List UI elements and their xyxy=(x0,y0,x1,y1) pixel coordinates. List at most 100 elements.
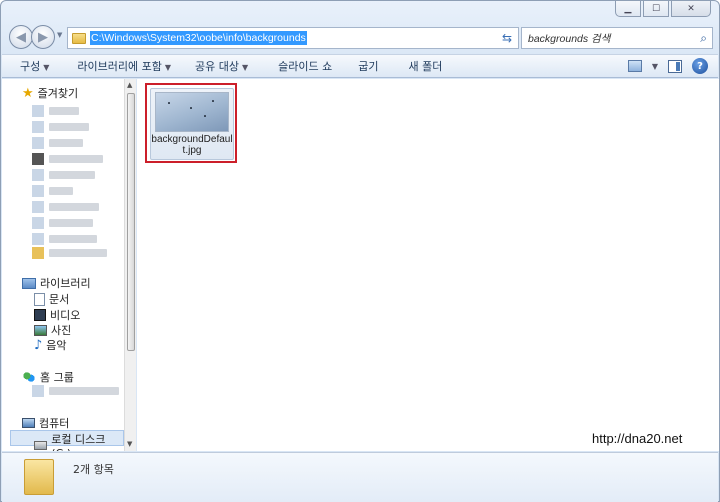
music-icon: ♪ xyxy=(34,337,43,353)
folder-icon xyxy=(32,121,44,133)
blurred-label xyxy=(49,187,73,195)
list-item[interactable] xyxy=(32,153,103,165)
details-pane: 2개 항목 xyxy=(2,452,718,502)
list-item[interactable] xyxy=(32,247,107,259)
scroll-down-icon[interactable]: ▼ xyxy=(127,440,132,448)
libraries-item[interactable]: 라이브러리 xyxy=(22,275,91,291)
folder-icon xyxy=(32,185,44,197)
new-folder-button[interactable]: 새 폴더 xyxy=(389,58,453,74)
video-icon xyxy=(34,309,46,321)
scrollbar-thumb[interactable] xyxy=(127,93,135,351)
slideshow-label: 슬라이드 쇼 xyxy=(278,60,333,73)
chevron-down-icon: ▼ xyxy=(242,63,249,72)
help-icon[interactable]: ? xyxy=(692,58,708,74)
blurred-label xyxy=(49,219,93,227)
folder-icon xyxy=(32,153,44,165)
list-item[interactable] xyxy=(32,185,73,197)
list-item[interactable] xyxy=(32,233,97,245)
folder-icon xyxy=(32,137,44,149)
scroll-up-icon[interactable]: ▲ xyxy=(127,81,132,89)
music-label: 음악 xyxy=(46,339,67,352)
folder-icon xyxy=(72,32,86,44)
list-item[interactable] xyxy=(32,121,89,133)
window-controls: ▁ ☐ ✕ xyxy=(615,1,711,17)
list-item[interactable] xyxy=(32,169,95,181)
list-item[interactable] xyxy=(32,137,83,149)
refresh-icon[interactable]: ⇆ xyxy=(502,31,512,45)
preview-pane-icon[interactable] xyxy=(668,59,682,73)
list-item[interactable] xyxy=(32,385,119,397)
sidebar-item-pictures[interactable]: 사진 xyxy=(34,322,71,338)
arrow-right-icon: ▶ xyxy=(38,29,48,45)
document-icon xyxy=(34,292,45,306)
back-button[interactable]: ◀ xyxy=(9,25,33,49)
chevron-down-icon[interactable]: ▼ xyxy=(652,62,658,71)
homegroup-item[interactable]: 홈 그룹 xyxy=(22,369,74,385)
share-with-menu[interactable]: 공유 대상 ▼ xyxy=(181,58,258,74)
search-input[interactable]: backgrounds 검색 ⌕ xyxy=(521,27,713,49)
blurred-label xyxy=(49,123,89,131)
folder-icon xyxy=(32,247,44,259)
folder-icon xyxy=(32,169,44,181)
blurred-label xyxy=(49,139,83,147)
burn-label: 굽기 xyxy=(358,60,379,73)
recent-pages-dropdown[interactable]: ▼ xyxy=(57,31,62,39)
picture-icon xyxy=(34,324,47,336)
computer-item[interactable]: 컴퓨터 xyxy=(22,415,69,431)
minimize-button[interactable]: ▁ xyxy=(615,1,641,17)
videos-label: 비디오 xyxy=(50,309,81,322)
organize-menu[interactable]: 구성 ▼ xyxy=(2,58,59,74)
list-item[interactable] xyxy=(32,217,93,229)
slideshow-button[interactable]: 슬라이드 쇼 xyxy=(258,58,342,74)
maximize-button[interactable]: ☐ xyxy=(643,1,669,17)
chevron-down-icon: ▼ xyxy=(164,63,172,72)
sidebar-item-local-disk[interactable]: 로컬 디스크 (C:) xyxy=(34,431,124,451)
search-placeholder: backgrounds 검색 xyxy=(528,32,611,45)
blurred-label xyxy=(49,155,103,163)
blurred-label xyxy=(49,387,119,395)
blurred-label xyxy=(49,235,97,243)
libraries-label: 라이브러리 xyxy=(40,277,91,290)
folder-icon xyxy=(32,201,44,213)
pictures-label: 사진 xyxy=(51,324,72,337)
folder-icon xyxy=(32,105,44,117)
folder-icon xyxy=(24,459,54,495)
forward-button[interactable]: ▶ xyxy=(31,25,55,49)
share-with-label: 공유 대상 xyxy=(195,60,240,73)
homegroup-icon xyxy=(22,371,36,383)
navigation-scrollbar[interactable]: ▲ ▼ xyxy=(124,79,136,451)
list-item[interactable] xyxy=(32,201,99,213)
library-icon xyxy=(22,277,36,289)
image-thumbnail xyxy=(155,92,229,132)
folder-icon xyxy=(32,217,44,229)
command-bar: 구성 ▼ 라이브러리에 포함 ▼ 공유 대상 ▼ 슬라이드 쇼 굽기 새 폴더 ▼ ? xyxy=(2,54,718,78)
sidebar-item-documents[interactable]: 문서 xyxy=(34,291,69,307)
folder-icon xyxy=(32,233,44,245)
file-name: backgroundDefault.jpg xyxy=(151,134,233,156)
burn-button[interactable]: 굽기 xyxy=(342,58,388,74)
close-button[interactable]: ✕ xyxy=(671,1,711,17)
computer-icon xyxy=(22,418,35,428)
address-bar[interactable]: C:\Windows\System32\oobe\info\background… xyxy=(67,27,519,49)
new-folder-label: 새 폴더 xyxy=(408,60,443,73)
sidebar-item-music[interactable]: ♪ 음악 xyxy=(34,337,67,353)
disk-icon xyxy=(34,441,48,450)
organize-label: 구성 xyxy=(20,60,41,73)
list-item[interactable] xyxy=(32,105,79,117)
favorites-item[interactable]: ★ 즐겨찾기 xyxy=(22,85,78,101)
blurred-label xyxy=(49,249,107,257)
blurred-label xyxy=(49,107,79,115)
navigation-pane: ★ 즐겨찾기 라이브러리 문서 비디오 사진 ♪ 음악 홈 그룹 컴퓨터 로컬 … xyxy=(2,79,124,451)
file-item[interactable]: backgroundDefault.jpg xyxy=(145,83,237,163)
item-count: 2개 항목 xyxy=(73,463,114,476)
sidebar-item-videos[interactable]: 비디오 xyxy=(34,307,80,323)
arrow-left-icon: ◀ xyxy=(16,29,26,45)
search-icon[interactable]: ⌕ xyxy=(700,31,707,46)
user-icon xyxy=(32,385,44,397)
change-view-icon[interactable] xyxy=(627,60,642,72)
star-icon: ★ xyxy=(22,85,34,101)
include-in-library-menu[interactable]: 라이브러리에 포함 ▼ xyxy=(59,58,181,74)
address-path[interactable]: C:\Windows\System32\oobe\info\background… xyxy=(90,31,307,45)
computer-label: 컴퓨터 xyxy=(39,417,70,430)
file-tile-inner: backgroundDefault.jpg xyxy=(150,88,234,160)
